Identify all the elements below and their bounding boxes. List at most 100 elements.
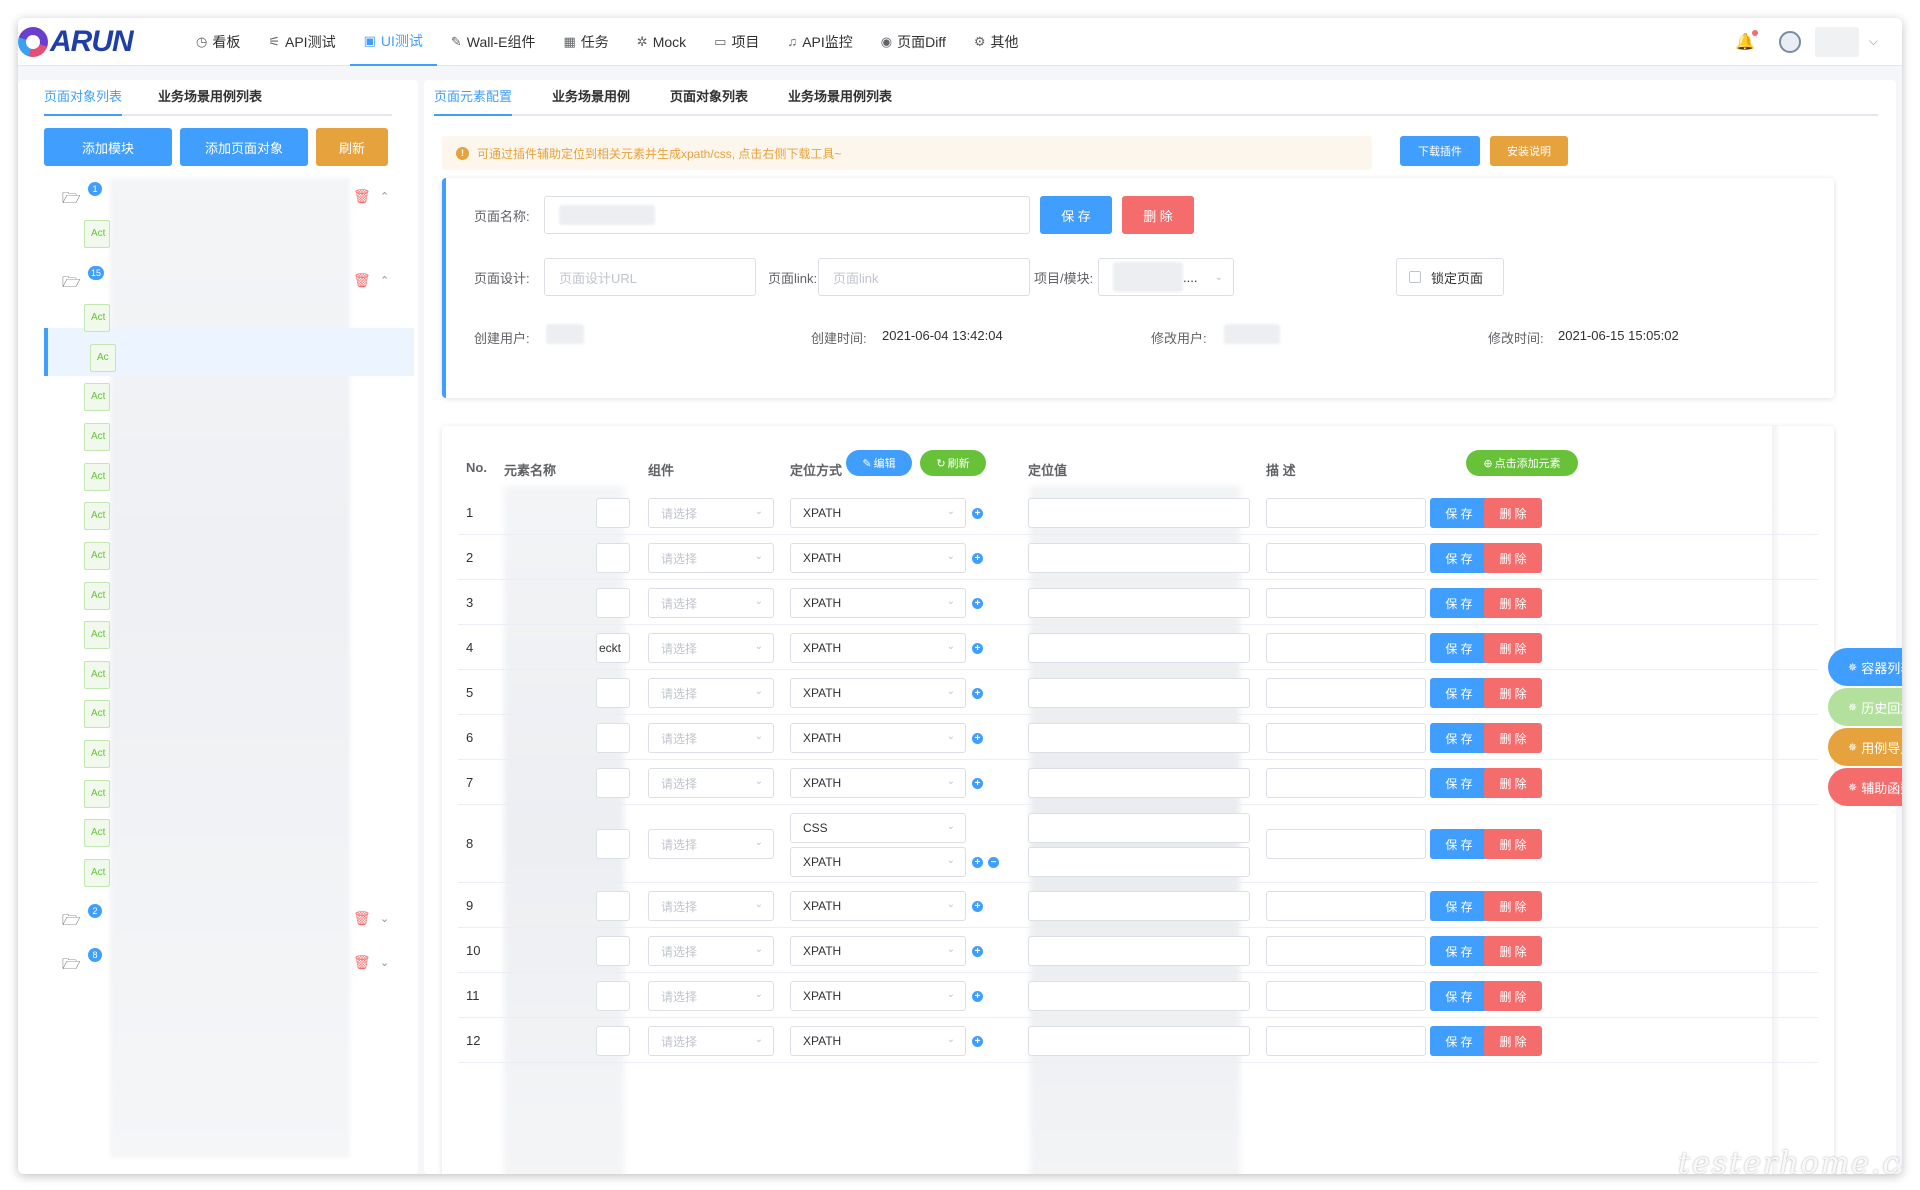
component-select[interactable]: 请选择 ⌄ — [648, 936, 774, 966]
element-name-input[interactable] — [596, 891, 630, 921]
tree-leaf-item[interactable]: Act — [84, 661, 110, 689]
locate-type-select[interactable]: XPATH ⌄ — [790, 847, 966, 877]
add-element-button[interactable]: ⊕ 点击添加元素 — [1466, 450, 1578, 476]
description-input[interactable] — [1266, 829, 1426, 859]
add-locate-icon[interactable]: + — [972, 508, 983, 519]
add-locate-icon[interactable]: + — [972, 688, 983, 699]
chevron-icon[interactable]: ⌄ — [380, 912, 389, 925]
locator-input[interactable] — [1028, 588, 1250, 618]
element-name-input[interactable] — [596, 768, 630, 798]
row-delete-button[interactable]: 删 除 — [1484, 981, 1542, 1011]
locate-type-select[interactable]: XPATH ⌄ — [790, 633, 966, 663]
element-name-input[interactable] — [596, 1026, 630, 1056]
tree-leaf-item[interactable]: Act — [84, 582, 110, 610]
locator-input[interactable] — [1028, 723, 1250, 753]
description-input[interactable] — [1266, 768, 1426, 798]
description-input[interactable] — [1266, 678, 1426, 708]
locate-type-select[interactable]: XPATH ⌄ — [790, 588, 966, 618]
add-locate-icon[interactable]: + — [972, 946, 983, 957]
locate-type-select[interactable]: XPATH ⌄ — [790, 891, 966, 921]
tree-leaf-item[interactable]: Act — [84, 780, 110, 808]
add-locate-icon[interactable]: + — [972, 991, 983, 1002]
description-input[interactable] — [1266, 723, 1426, 753]
trash-icon[interactable]: 🗑 — [353, 910, 371, 927]
element-name-input[interactable] — [596, 543, 630, 573]
page-link-input[interactable]: 页面link — [818, 258, 1030, 296]
project-module-select[interactable]: .... ⌄ — [1098, 258, 1234, 296]
description-input[interactable] — [1266, 633, 1426, 663]
tree-leaf-item[interactable]: Act — [84, 700, 110, 728]
description-input[interactable] — [1266, 588, 1426, 618]
element-name-input[interactable] — [596, 829, 630, 859]
row-delete-button[interactable]: 删 除 — [1484, 1026, 1542, 1056]
chevron-icon[interactable]: ⌃ — [380, 274, 389, 287]
lock-page-checkbox[interactable]: 锁定页面 — [1396, 258, 1504, 296]
row-save-button[interactable]: 保 存 — [1430, 588, 1488, 618]
locate-type-select[interactable]: XPATH ⌄ — [790, 678, 966, 708]
row-save-button[interactable]: 保 存 — [1430, 981, 1488, 1011]
locate-type-select[interactable]: XPATH ⌄ — [790, 723, 966, 753]
locator-input[interactable] — [1028, 498, 1250, 528]
component-select[interactable]: 请选择 ⌄ — [648, 498, 774, 528]
description-input[interactable] — [1266, 498, 1426, 528]
locator-input[interactable] — [1028, 543, 1250, 573]
folder-icon[interactable]: 🗁 — [62, 272, 81, 297]
element-name-input[interactable] — [596, 723, 630, 753]
tree-leaf-item[interactable]: Act — [84, 304, 110, 332]
trash-icon[interactable]: 🗑 — [353, 272, 371, 289]
tree-leaf-item[interactable]: Act — [84, 463, 110, 491]
page-design-input[interactable]: 页面设计URL — [544, 258, 756, 296]
add-locate-icon[interactable]: + — [972, 598, 983, 609]
add-locate-icon[interactable]: + — [972, 901, 983, 912]
row-delete-button[interactable]: 删 除 — [1484, 829, 1542, 859]
nav-item-0[interactable]: ◷ 看板 — [182, 18, 254, 66]
component-select[interactable]: 请选择 ⌄ — [648, 588, 774, 618]
element-name-input[interactable] — [596, 498, 630, 528]
row-save-button[interactable]: 保 存 — [1430, 723, 1488, 753]
edit-locate-pill[interactable]: ✎ 编辑 — [846, 450, 912, 476]
add-module-button[interactable]: 添加模块 — [44, 128, 172, 166]
nav-item-3[interactable]: ✎ Wall-E组件 — [437, 18, 550, 66]
nav-item-2[interactable]: ▣ UI测试 — [349, 18, 437, 66]
tab-page-element-config[interactable]: 页面元素配置 — [434, 86, 513, 116]
tree-leaf-item[interactable]: Act — [84, 220, 110, 248]
component-select[interactable]: 请选择 ⌄ — [648, 768, 774, 798]
nav-item-6[interactable]: ▭ 项目 — [700, 18, 773, 66]
component-select[interactable]: 请选择 ⌄ — [648, 543, 774, 573]
tab-page-object-list-right[interactable]: 页面对象列表 — [670, 86, 748, 114]
row-save-button[interactable]: 保 存 — [1430, 768, 1488, 798]
locator-input[interactable] — [1028, 813, 1250, 843]
folder-icon[interactable]: 🗁 — [62, 188, 81, 213]
tree-leaf-item[interactable]: Act — [84, 740, 110, 768]
description-input[interactable] — [1266, 543, 1426, 573]
component-select[interactable]: 请选择 ⌄ — [648, 723, 774, 753]
tab-page-object-list[interactable]: 页面对象列表 — [44, 86, 123, 116]
element-name-input[interactable] — [596, 936, 630, 966]
folder-icon[interactable]: 🗁 — [62, 954, 81, 979]
description-input[interactable] — [1266, 981, 1426, 1011]
row-save-button[interactable]: 保 存 — [1430, 633, 1488, 663]
locator-input[interactable] — [1028, 678, 1250, 708]
locate-type-select[interactable]: XPATH ⌄ — [790, 768, 966, 798]
locate-type-select[interactable]: XPATH ⌄ — [790, 543, 966, 573]
remove-locate-icon[interactable]: − — [988, 857, 999, 868]
row-save-button[interactable]: 保 存 — [1430, 829, 1488, 859]
row-save-button[interactable]: 保 存 — [1430, 891, 1488, 921]
locator-input[interactable] — [1028, 847, 1250, 877]
add-locate-icon[interactable]: + — [972, 1036, 983, 1047]
description-input[interactable] — [1266, 936, 1426, 966]
username-redacted[interactable] — [1814, 26, 1859, 57]
component-select[interactable]: 请选择 ⌄ — [648, 829, 774, 859]
nav-item-8[interactable]: ◉ 页面Diff — [867, 18, 960, 66]
chevron-icon[interactable]: ⌄ — [380, 956, 389, 969]
tab-scenario-case[interactable]: 业务场景用例 — [552, 86, 630, 114]
locate-type-select[interactable]: XPATH ⌄ — [790, 936, 966, 966]
row-delete-button[interactable]: 删 除 — [1484, 723, 1542, 753]
row-delete-button[interactable]: 删 除 — [1484, 936, 1542, 966]
refresh-locate-pill[interactable]: ↻ 刷新 — [920, 450, 986, 476]
row-delete-button[interactable]: 删 除 — [1484, 891, 1542, 921]
tree-leaf-item[interactable]: Ac — [90, 344, 116, 372]
row-delete-button[interactable]: 删 除 — [1484, 498, 1542, 528]
nav-item-5[interactable]: ✲ Mock — [623, 18, 700, 66]
component-select[interactable]: 请选择 ⌄ — [648, 678, 774, 708]
